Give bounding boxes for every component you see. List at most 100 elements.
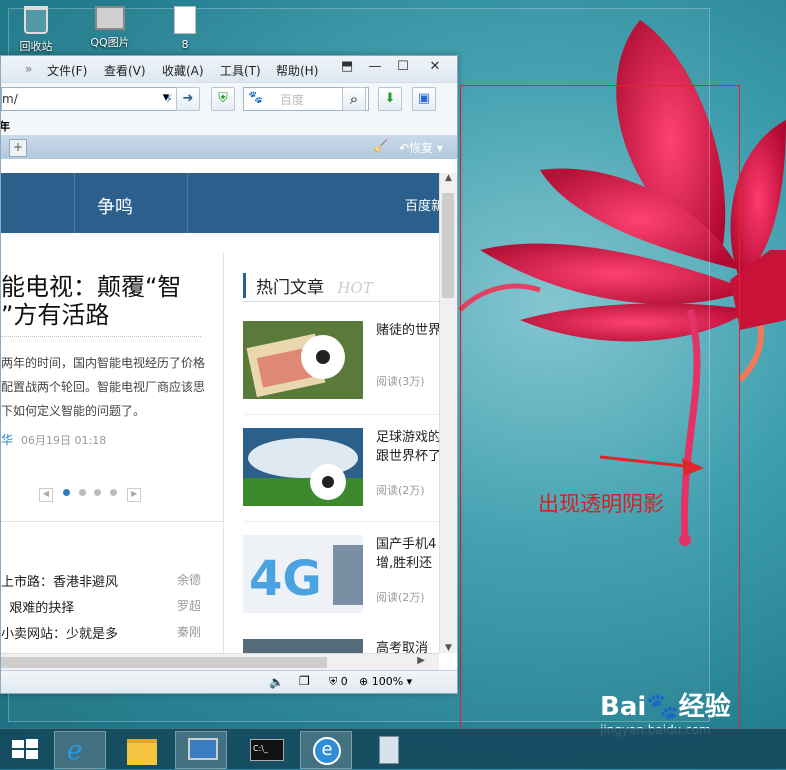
tools-icon[interactable]: ▣ [412, 87, 436, 111]
scroll-right-icon[interactable]: ▶ [417, 655, 425, 666]
desktop-icon-label: QQ图片 [90, 36, 130, 49]
status-bar: 🔈 ❐ ⛨ 0 ⊕ 100% ▾ [1, 670, 457, 693]
broom-icon[interactable]: 🧹 [373, 139, 388, 153]
annotation-arrow [600, 455, 704, 476]
menu-bar: » 文件(F) 查看(V) 收藏(A) 工具(T) 帮助(H) ⬒ — ☐ ✕ [1, 56, 457, 82]
divider [243, 414, 439, 415]
article-summary: 两年的时间，国内智能电视经历了价格 配置战两个轮回。智能电视厂商应该思 下如何定… [1, 351, 205, 423]
summary-line: 下如何定义智能的问题了。 [1, 404, 146, 418]
menu-tools[interactable]: 工具(T) [220, 62, 261, 79]
hot-article[interactable]: 高考取消 [243, 639, 439, 653]
speaker-icon[interactable]: 🔈 [269, 675, 284, 689]
nav-item-baidu-news[interactable]: 百度新 [405, 195, 439, 214]
pager-next[interactable]: ▶ [127, 488, 142, 502]
list-item-title: 艰难的抉择 [1, 601, 75, 616]
taskbar-explorer[interactable] [117, 731, 167, 767]
watermark-brand: Bai [600, 692, 647, 722]
pager-dot[interactable] [94, 489, 102, 496]
search-icon[interactable]: ⌕ [342, 87, 366, 111]
start-button[interactable] [0, 731, 50, 767]
nav-item-zhengming[interactable]: 争鸣 [97, 193, 133, 219]
list-item-title: 小卖网站：少就是多 [1, 627, 119, 642]
list-item[interactable]: 小卖网站：少就是多 秦刚 [1, 623, 201, 643]
pager-prev[interactable]: ◀ [39, 488, 53, 502]
list-item-author: 罗超 [177, 599, 202, 613]
article-title-line: ”方有活路 [1, 301, 110, 329]
page-content: 争鸣 百度新 能电视：颠覆“智 ”方有活路 两年的时间，国内智能电视经历了价格 … [1, 173, 439, 653]
shield-counter[interactable]: ⛨ 0 [329, 675, 348, 689]
address-bar-row: m/ ⚡ ▾ ➜ ⛨ 🐾 百度 ⌕ ⬇ ▣ [1, 82, 457, 115]
menu-favorites[interactable]: 收藏(A) [162, 62, 204, 79]
site-nav: 争鸣 百度新 [1, 173, 439, 233]
highlight-box [460, 85, 740, 734]
menu-chevron-icon[interactable]: » [25, 62, 32, 76]
close-button[interactable]: ✕ [425, 59, 445, 77]
article-title[interactable]: 能电视：颠覆“智 ”方有活路 [1, 273, 181, 329]
list-item-title: 上市路：香港非避风 [1, 575, 119, 590]
browser-window[interactable]: » 文件(F) 查看(V) 收藏(A) 工具(T) 帮助(H) ⬒ — ☐ ✕ … [0, 55, 458, 694]
scroll-up-icon[interactable]: ▲ [440, 173, 457, 183]
monitor-icon [188, 738, 218, 760]
shield-count: 0 [340, 675, 348, 688]
security-shield-icon[interactable]: ⛨ [211, 87, 235, 111]
browser-e-icon: e [313, 737, 341, 765]
file-icon [174, 6, 196, 34]
taskbar-browser[interactable]: e [300, 731, 352, 769]
zoom-control[interactable]: ⊕ 100% ▾ [359, 675, 412, 688]
summary-line: 配置战两个轮回。智能电视厂商应该思 [1, 380, 206, 394]
hot-article[interactable]: 足球游戏的 跟世界杯了 阅读(2万) [243, 428, 439, 508]
address-input[interactable]: m/ ⚡ [1, 87, 180, 111]
baidu-paw-icon[interactable]: 🐾 [248, 90, 263, 104]
search-placeholder: 百度 [280, 93, 305, 107]
scroll-thumb[interactable] [442, 193, 454, 298]
list-item[interactable]: 上市路：香港非避风 余德 [1, 571, 201, 591]
taskbar-cmd[interactable]: C:\_ [240, 731, 290, 767]
list-item[interactable]: 艰难的抉择 罗超 [1, 597, 201, 617]
desktop-icon-qq-images[interactable]: QQ图片 [80, 6, 140, 50]
watermark-brand2: 经验 [678, 692, 731, 722]
4g-thumb: 4G [243, 535, 363, 613]
window-icon[interactable]: ❐ [299, 674, 310, 688]
favorites-item[interactable]: 年 [1, 118, 10, 134]
restore-label: 恢复 [409, 141, 434, 155]
hot-article-title: 足球游戏的 跟世界杯了 [376, 430, 439, 464]
article-date: 06月19日 01:18 [21, 434, 107, 447]
nav-divider [74, 173, 75, 233]
zoom-level: 100% [371, 675, 404, 688]
list-item-author: 余德 [177, 573, 202, 587]
list-item-author: 秦刚 [177, 625, 202, 639]
column-divider [223, 253, 224, 653]
restore-button[interactable]: ↶恢复 ▾ [399, 139, 443, 156]
vertical-scrollbar[interactable]: ▲ ▼ [439, 173, 457, 653]
taskbar-calculator[interactable] [363, 731, 413, 767]
hot-article-title: 国产手机4 增,胜利还 [376, 537, 437, 571]
horizontal-scrollbar[interactable]: ▶ [1, 653, 439, 671]
hot-article[interactable]: 赌徒的世界 阅读(3万) [243, 321, 439, 401]
calculator-icon [379, 736, 399, 764]
divider [1, 336, 201, 337]
download-icon[interactable]: ⬇ [378, 87, 402, 111]
address-dropdown-icon[interactable]: ▾ [155, 87, 177, 109]
maximize-button[interactable]: ☐ [393, 59, 413, 77]
taskbar-remote-desktop[interactable] [175, 731, 227, 769]
article-author[interactable]: 华 [1, 431, 13, 448]
desktop-icon-recycle-bin[interactable]: 回收站 [6, 6, 66, 54]
divider [243, 301, 439, 302]
desktop-icon-file[interactable]: 8 [155, 6, 215, 51]
menu-view[interactable]: 查看(V) [104, 62, 146, 79]
minimize-button[interactable]: — [365, 59, 385, 77]
go-button[interactable]: ➜ [176, 87, 200, 111]
hscroll-thumb[interactable] [1, 657, 327, 668]
pager-dot[interactable] [78, 489, 86, 496]
skin-icon[interactable]: ⬒ [337, 59, 357, 77]
taskbar: e C:\_ e [0, 728, 786, 769]
menu-file[interactable]: 文件(F) [47, 62, 87, 79]
hot-article[interactable]: 4G 国产手机4 增,胜利还 阅读(2万) [243, 535, 439, 615]
taskbar-ie[interactable]: e [54, 731, 106, 769]
scroll-down-icon[interactable]: ▼ [440, 643, 457, 653]
menu-help[interactable]: 帮助(H) [276, 62, 318, 79]
pager-dot[interactable] [110, 489, 118, 496]
new-tab-button[interactable]: + [9, 139, 27, 157]
hot-tag: HOT [337, 279, 373, 297]
pager-dot[interactable] [62, 489, 70, 496]
